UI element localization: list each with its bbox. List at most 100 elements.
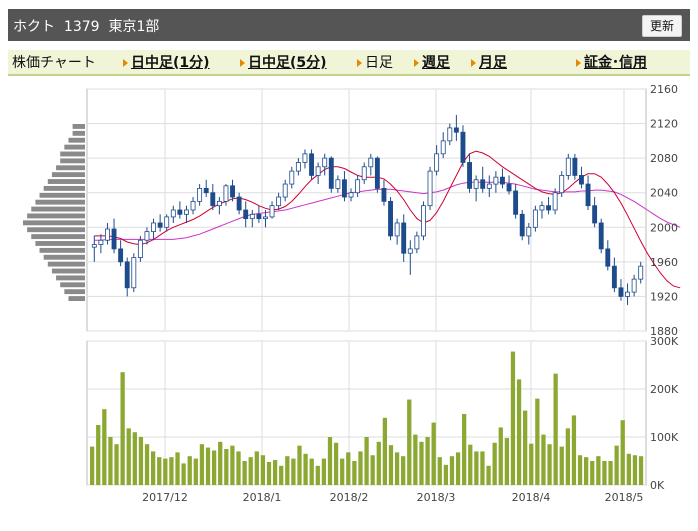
candle-body [236, 196, 242, 211]
volume-bar [559, 446, 564, 485]
volume-bar [236, 451, 241, 485]
candle-body [342, 179, 347, 198]
volume-bar [474, 451, 479, 485]
candle-body [276, 196, 282, 207]
candle-body [282, 183, 288, 198]
candle-body [638, 265, 644, 280]
candle-body [414, 235, 420, 250]
volume-bar [321, 458, 327, 485]
volume-profile-bar [35, 241, 85, 246]
volume-profile-bar [23, 220, 85, 226]
candle-body [401, 222, 407, 254]
volume-bar [248, 457, 253, 485]
candle-body [164, 216, 170, 228]
volume-tick-label: 200K [650, 383, 679, 396]
volume-profile-bar [27, 227, 86, 233]
candle-body [631, 278, 637, 293]
candle-body [493, 176, 499, 185]
volume-bar [382, 417, 388, 485]
candle-body [295, 162, 301, 172]
volume-bar [114, 444, 119, 485]
volume-tick-label: 0K [650, 479, 665, 492]
volume-bar [565, 428, 570, 485]
volume-bar [333, 442, 339, 485]
stock-chart: 2017/12 2018/1 2018/2 2018/3 2018/4 2018/5 216… [23, 83, 681, 504]
volume-bar [132, 432, 137, 485]
volume-bar [419, 441, 424, 485]
volume-profile-bar [60, 282, 85, 288]
candle-body [552, 192, 558, 211]
volume-bar [547, 444, 552, 485]
volume-bar [138, 437, 144, 485]
candle-body [388, 200, 393, 237]
candle-body [249, 213, 255, 220]
candle-body [124, 261, 130, 289]
volume-bar [504, 437, 509, 485]
candle-body [427, 170, 433, 207]
volume-profile-bar [31, 206, 85, 212]
volume-bar [577, 455, 583, 485]
price-tick-label: 2000 [650, 221, 678, 234]
volume-bar [443, 464, 449, 485]
candle-body [572, 157, 578, 176]
candle-body [137, 239, 143, 258]
x-tick-label: 2018/3 [417, 491, 456, 504]
candle-body [157, 222, 163, 228]
price-tick-label: 2160 [650, 83, 678, 96]
volume-bar [529, 443, 534, 485]
candle-body [526, 226, 532, 237]
volume-profile-bar [60, 158, 85, 164]
volume-bar [126, 428, 131, 485]
volume-bar [309, 458, 314, 485]
volume-bar [108, 437, 113, 485]
candle-body [381, 187, 387, 202]
volume-profile-bar [64, 144, 85, 150]
volume-bar [224, 449, 229, 485]
volume-bar [254, 451, 259, 485]
volume-profile-bar [39, 192, 85, 198]
volume-bar [437, 457, 442, 485]
volume-bar [303, 453, 308, 485]
volume-bar [266, 461, 272, 485]
volume-bar [90, 446, 95, 485]
candle-body [210, 192, 216, 207]
candle-body [170, 209, 176, 218]
volume-bar [358, 451, 363, 485]
volume-bar [535, 398, 540, 485]
candle-body [151, 222, 156, 233]
candle-body [315, 166, 321, 176]
candle-body [105, 228, 110, 241]
candle-body [585, 183, 591, 207]
volume-profile-bar [43, 185, 85, 191]
volume-bar [486, 465, 491, 485]
volume-bar [120, 372, 125, 485]
volume-bar [590, 461, 595, 485]
volume-bar [346, 452, 351, 485]
volume-bar [211, 450, 217, 485]
volume-bar [340, 458, 345, 485]
volume-bar [370, 455, 375, 485]
volume-bar [431, 422, 436, 485]
candle-body [447, 127, 453, 142]
volume-profile-bar [56, 165, 85, 171]
volume-bar [449, 456, 455, 485]
candle-body [91, 244, 97, 248]
volume-bar [602, 461, 607, 485]
volume-tick-label: 300K [650, 335, 679, 348]
volume-bar [327, 437, 333, 485]
volume-bar [193, 458, 198, 485]
volume-bar [260, 455, 266, 485]
volume-bar [498, 427, 503, 485]
volume-profile-bar [51, 268, 85, 274]
candle-body [559, 175, 565, 194]
price-tick-label: 2120 [650, 118, 678, 131]
x-tick-label: 2018/4 [512, 491, 551, 504]
candle-body [98, 239, 104, 245]
volume-bar [638, 456, 644, 485]
candle-body [467, 162, 472, 189]
candle-body [177, 209, 183, 215]
x-tick-label: 2018/2 [330, 491, 369, 504]
candle-body [269, 205, 275, 218]
volume-bar [608, 461, 613, 485]
volume-profile-bar [39, 247, 85, 253]
